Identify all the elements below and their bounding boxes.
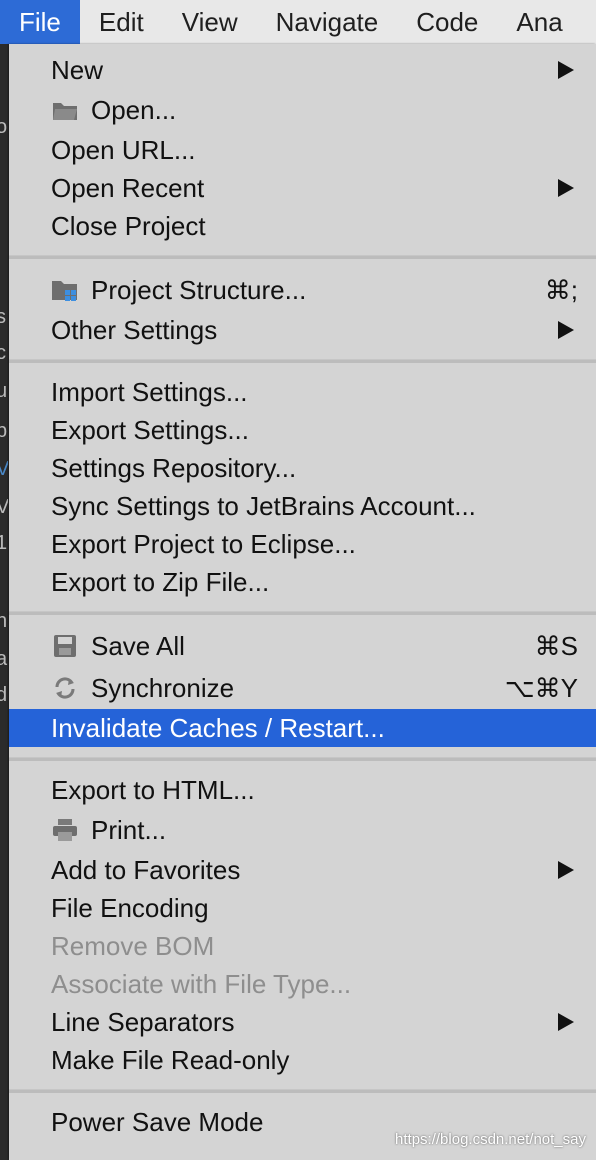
- menu-item-line-separators[interactable]: Line Separators: [9, 1003, 596, 1041]
- menu-item-label: Add to Favorites: [51, 854, 241, 885]
- background-text: b: [0, 420, 8, 442]
- menu-item-synchronize[interactable]: Synchronize ⌥⌘Y: [9, 669, 596, 707]
- menu-item-label: Make File Read-only: [51, 1044, 290, 1075]
- menu-item-remove-bom: Remove BOM: [9, 927, 596, 965]
- background-text: a: [0, 648, 8, 670]
- background-text: s: [0, 306, 6, 328]
- menu-item-shortcut: ⌘S: [534, 630, 578, 661]
- menu-item-label: Open Recent: [51, 172, 205, 203]
- submenu-arrow-icon: [558, 179, 574, 197]
- menu-item-label: Import Settings...: [51, 376, 248, 407]
- save-icon: [51, 632, 79, 660]
- menu-item-open-url[interactable]: Open URL...: [9, 131, 596, 169]
- menu-item-label: New: [51, 54, 104, 85]
- menu-item-label: Export Settings...: [51, 414, 249, 445]
- menu-separator: [9, 611, 596, 615]
- submenu-arrow-icon: [558, 61, 574, 79]
- background-text: u: [0, 380, 8, 402]
- menu-item-label: Open...: [91, 94, 177, 125]
- menu-item-label: Export Project to Eclipse...: [51, 528, 356, 559]
- background-text: V: [0, 496, 8, 518]
- menu-item-label: Save All: [91, 630, 185, 661]
- menu-item-label: Invalidate Caches / Restart...: [51, 712, 385, 743]
- menu-item-label: Remove BOM: [51, 930, 215, 961]
- menu-item-invalidate-caches[interactable]: Invalidate Caches / Restart...: [9, 709, 596, 747]
- menu-item-label: Open URL...: [51, 134, 196, 165]
- menu-item-label: Settings Repository...: [51, 452, 297, 483]
- background-text: V: [0, 458, 8, 480]
- menu-item-export-settings[interactable]: Export Settings...: [9, 411, 596, 449]
- menu-item-associate-file-type: Associate with File Type...: [9, 965, 596, 1003]
- menu-item-save-all[interactable]: Save All ⌘S: [9, 627, 596, 665]
- menu-item-settings-repository[interactable]: Settings Repository...: [9, 449, 596, 487]
- background-text: d: [0, 684, 8, 706]
- menu-item-make-read-only[interactable]: Make File Read-only: [9, 1041, 596, 1079]
- menu-code[interactable]: Code: [397, 0, 497, 44]
- menu-separator: [9, 255, 596, 259]
- background-text: n: [0, 610, 8, 632]
- sync-icon: [51, 674, 79, 702]
- folder-icon: [51, 96, 79, 124]
- menu-separator: [9, 757, 596, 761]
- menu-navigate[interactable]: Navigate: [257, 0, 398, 44]
- menu-file[interactable]: File: [0, 0, 80, 44]
- background-text: c: [0, 342, 6, 364]
- menu-bar: File Edit View Navigate Code Ana: [0, 0, 596, 45]
- submenu-arrow-icon: [558, 861, 574, 879]
- menu-item-export-zip[interactable]: Export to Zip File...: [9, 563, 596, 601]
- watermark: https://blog.csdn.net/not_say: [395, 1131, 586, 1148]
- menu-item-label: Print...: [91, 814, 167, 845]
- menu-item-other-settings[interactable]: Other Settings: [9, 311, 596, 349]
- menu-item-print[interactable]: Print...: [9, 811, 596, 849]
- project-structure-icon: [51, 276, 79, 304]
- menu-item-file-encoding[interactable]: File Encoding: [9, 889, 596, 927]
- menu-item-label: Project Structure...: [91, 274, 307, 305]
- menu-item-label: Power Save Mode: [51, 1106, 264, 1137]
- menu-item-add-favorites[interactable]: Add to Favorites: [9, 851, 596, 889]
- menu-item-export-eclipse[interactable]: Export Project to Eclipse...: [9, 525, 596, 563]
- background-text: o: [0, 116, 8, 138]
- submenu-arrow-icon: [558, 1013, 574, 1031]
- menu-item-export-html[interactable]: Export to HTML...: [9, 771, 596, 809]
- menu-view[interactable]: View: [163, 0, 257, 44]
- menu-item-label: Close Project: [51, 210, 206, 241]
- menu-item-label: Other Settings: [51, 314, 218, 345]
- background-text: 1: [0, 532, 8, 554]
- menu-item-close-project[interactable]: Close Project: [9, 207, 596, 245]
- submenu-arrow-icon: [558, 321, 574, 339]
- menu-item-label: Associate with File Type...: [51, 968, 352, 999]
- menu-item-import-settings[interactable]: Import Settings...: [9, 373, 596, 411]
- printer-icon: [51, 816, 79, 844]
- menu-edit[interactable]: Edit: [80, 0, 163, 44]
- menu-item-shortcut: ⌘;: [544, 274, 578, 305]
- menu-item-label: Synchronize: [91, 672, 235, 703]
- menu-item-label: Export to Zip File...: [51, 566, 270, 597]
- menu-item-new[interactable]: New: [9, 51, 596, 89]
- menu-item-project-structure[interactable]: Project Structure... ⌘;: [9, 271, 596, 309]
- menu-item-label: Export to HTML...: [51, 774, 255, 805]
- menu-item-open[interactable]: Open...: [9, 91, 596, 129]
- menu-separator: [9, 359, 596, 363]
- menu-analyze[interactable]: Ana: [497, 0, 581, 44]
- menu-item-shortcut: ⌥⌘Y: [504, 672, 578, 703]
- menu-item-open-recent[interactable]: Open Recent: [9, 169, 596, 207]
- menu-item-label: Line Separators: [51, 1006, 235, 1037]
- menu-item-label: Sync Settings to JetBrains Account...: [51, 490, 476, 521]
- menu-item-sync-settings[interactable]: Sync Settings to JetBrains Account...: [9, 487, 596, 525]
- file-menu-dropdown: New Open... Open URL... Open Recent Clos…: [9, 44, 596, 1160]
- menu-item-label: File Encoding: [51, 892, 209, 923]
- menu-separator: [9, 1089, 596, 1093]
